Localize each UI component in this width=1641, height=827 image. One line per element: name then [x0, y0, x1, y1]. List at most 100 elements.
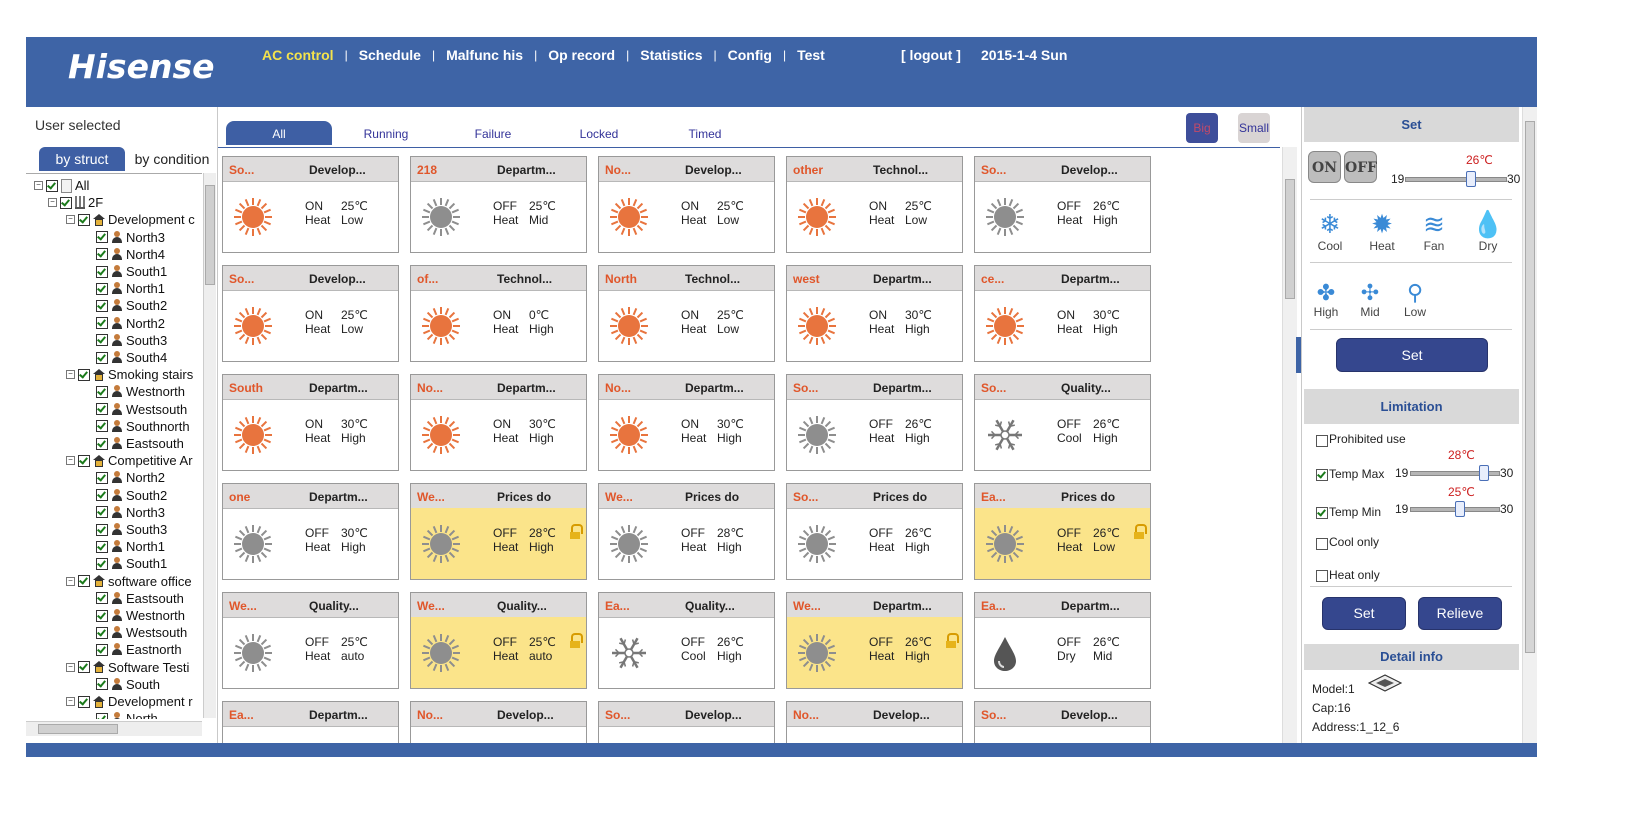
- slider-knob[interactable]: [1455, 501, 1465, 517]
- tree-checkbox[interactable]: [60, 196, 72, 209]
- tree-node[interactable]: − Competitive Ar: [66, 452, 193, 469]
- temp-min-slider[interactable]: [1410, 501, 1500, 517]
- temp-min-checkbox[interactable]: [1316, 507, 1328, 519]
- tree-checkbox[interactable]: [96, 643, 108, 656]
- tree-checkbox[interactable]: [78, 575, 90, 588]
- tree-node[interactable]: Eastnorth: [96, 641, 182, 658]
- tree-node[interactable]: Westsouth: [96, 401, 187, 418]
- ac-unit-card[interactable]: We... Quality... OFF Heat 25℃ auto: [222, 592, 399, 689]
- collapse-toggle-icon[interactable]: −: [48, 198, 57, 208]
- tree-checkbox[interactable]: [96, 712, 108, 719]
- tree-node[interactable]: − All: [34, 177, 89, 194]
- collapse-toggle-icon[interactable]: −: [66, 576, 75, 586]
- nav-test[interactable]: Test: [797, 47, 825, 63]
- tree-checkbox[interactable]: [96, 489, 108, 502]
- collapse-toggle-icon[interactable]: −: [66, 456, 75, 466]
- tree-checkbox[interactable]: [78, 368, 90, 381]
- small-view-button[interactable]: Small: [1238, 113, 1270, 143]
- tree-node[interactable]: South2: [96, 297, 167, 314]
- temp-max-slider[interactable]: [1410, 465, 1500, 481]
- scrollbar-thumb[interactable]: [1525, 121, 1535, 653]
- tree-checkbox[interactable]: [96, 506, 108, 519]
- tree-node[interactable]: North1: [96, 280, 165, 297]
- ac-unit-card[interactable]: west Departm... ON Heat 30℃ High: [786, 265, 963, 362]
- ac-unit-card[interactable]: No... Departm... ON Heat 30℃ High: [598, 374, 775, 471]
- tree-node[interactable]: South1: [96, 555, 167, 572]
- tree-checkbox[interactable]: [96, 540, 108, 553]
- tree-node[interactable]: − software office: [66, 573, 192, 590]
- tree-node[interactable]: South4: [96, 349, 167, 366]
- ac-unit-card[interactable]: ce... Departm... ON Heat 30℃ High: [974, 265, 1151, 362]
- tree-checkbox[interactable]: [96, 471, 108, 484]
- collapse-toggle-icon[interactable]: −: [66, 697, 75, 706]
- collapse-toggle-icon[interactable]: −: [66, 370, 75, 380]
- tree-checkbox[interactable]: [78, 213, 90, 226]
- ac-unit-card[interactable]: Ea... Departm... OFF Dry 26℃ Mid: [974, 592, 1151, 689]
- tree-checkbox[interactable]: [96, 248, 108, 261]
- mode-fan-button[interactable]: ≋ Fan: [1414, 209, 1454, 253]
- mode-dry-button[interactable]: 💧 Dry: [1468, 209, 1508, 253]
- ac-unit-card[interactable]: No... Develop... ON Heat 25℃ Low: [598, 156, 775, 253]
- ac-unit-card[interactable]: Ea... Departm...: [222, 701, 399, 744]
- ac-unit-card[interactable]: South Departm... ON Heat 30℃ High: [222, 374, 399, 471]
- tree-node[interactable]: South1: [96, 263, 167, 280]
- mode-heat-button[interactable]: ✹ Heat: [1362, 209, 1402, 253]
- tree-checkbox[interactable]: [46, 179, 58, 192]
- grid-scrollbar[interactable]: [1282, 147, 1297, 743]
- scrollbar-thumb[interactable]: [1285, 179, 1295, 299]
- tree-node[interactable]: − 2F: [48, 194, 103, 211]
- tree-node[interactable]: North3: [96, 504, 165, 521]
- tree-checkbox[interactable]: [96, 626, 108, 639]
- tree-vertical-scrollbar[interactable]: [203, 173, 216, 718]
- tree-checkbox[interactable]: [78, 661, 90, 674]
- tree-node[interactable]: South3: [96, 332, 167, 349]
- relieve-button[interactable]: Relieve: [1418, 597, 1502, 630]
- ac-unit-card[interactable]: No... Departm... ON Heat 30℃ High: [410, 374, 587, 471]
- tree-node[interactable]: North: [96, 710, 158, 719]
- tree-node[interactable]: − Smoking stairs: [66, 366, 193, 383]
- logout-link[interactable]: [ logout ]: [901, 47, 961, 63]
- filter-tab-locked[interactable]: Locked: [546, 121, 652, 145]
- ac-unit-card[interactable]: So... Develop...: [598, 701, 775, 744]
- nav-malfunc-his[interactable]: Malfunc his: [446, 47, 523, 63]
- off-button[interactable]: OFF: [1344, 151, 1377, 183]
- big-view-button[interactable]: Big: [1186, 113, 1218, 143]
- ac-unit-card[interactable]: 218 Departm... OFF Heat 25℃ Mid: [410, 156, 587, 253]
- ac-unit-card[interactable]: So... Quality... OFF Cool 26℃ High: [974, 374, 1151, 471]
- ac-unit-card[interactable]: So... Departm... OFF Heat 26℃ High: [786, 374, 963, 471]
- collapse-toggle-icon[interactable]: −: [66, 215, 75, 225]
- scrollbar-thumb[interactable]: [38, 724, 118, 734]
- nav-config[interactable]: Config: [728, 47, 772, 63]
- mode-cool-button[interactable]: ❄ Cool: [1310, 209, 1350, 253]
- tree-horizontal-scrollbar[interactable]: [26, 721, 202, 736]
- ac-unit-card[interactable]: So... Prices do OFF Heat 26℃ High: [786, 483, 963, 580]
- ac-unit-card[interactable]: North Technol... ON Heat 25℃ Low: [598, 265, 775, 362]
- ac-unit-card[interactable]: We... Departm... OFF Heat 26℃ High: [786, 592, 963, 689]
- ac-unit-card[interactable]: So... Develop... ON Heat 25℃ Low: [222, 156, 399, 253]
- slider-knob[interactable]: [1479, 465, 1489, 481]
- tree-checkbox[interactable]: [96, 557, 108, 570]
- ac-unit-card[interactable]: We... Prices do OFF Heat 28℃ High: [410, 483, 587, 580]
- tree-checkbox[interactable]: [96, 678, 108, 691]
- tree-node[interactable]: North4: [96, 246, 165, 263]
- tree-checkbox[interactable]: [96, 317, 108, 330]
- tree-node[interactable]: − Development r: [66, 693, 193, 710]
- set-temperature-slider[interactable]: [1405, 171, 1507, 187]
- tree-checkbox[interactable]: [96, 609, 108, 622]
- tree-checkbox[interactable]: [96, 523, 108, 536]
- nav-schedule[interactable]: Schedule: [359, 47, 421, 63]
- tab-by-struct[interactable]: by struct: [39, 147, 125, 171]
- tree-node[interactable]: − Development c: [66, 211, 195, 228]
- tree-checkbox[interactable]: [96, 231, 108, 244]
- tree-node[interactable]: North3: [96, 229, 165, 246]
- nav-statistics[interactable]: Statistics: [640, 47, 702, 63]
- filter-tab-timed[interactable]: Timed: [652, 121, 758, 145]
- ac-unit-card[interactable]: other Technol... ON Heat 25℃ Low: [786, 156, 963, 253]
- scrollbar-thumb[interactable]: [205, 185, 215, 285]
- control-panel-scrollbar[interactable]: [1522, 107, 1537, 743]
- tree-node[interactable]: Westsouth: [96, 624, 187, 641]
- ac-unit-card[interactable]: of... Technol... ON Heat 0℃ High: [410, 265, 587, 362]
- fan-high-button[interactable]: ✤ High: [1306, 281, 1346, 320]
- tree-checkbox[interactable]: [96, 265, 108, 278]
- on-button[interactable]: ON: [1308, 151, 1341, 183]
